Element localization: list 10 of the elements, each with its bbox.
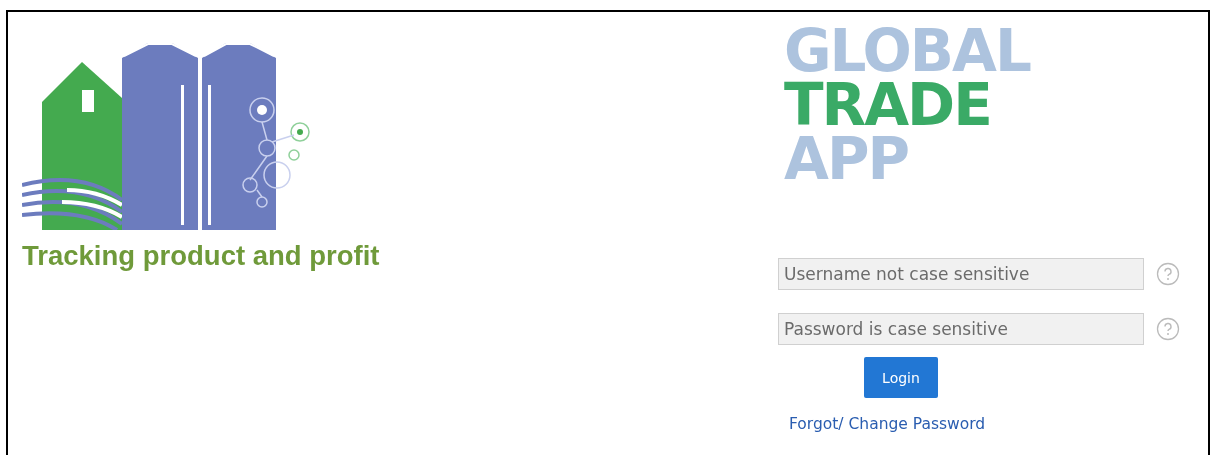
forgot-password-link[interactable]: Forgot/ Change Password xyxy=(789,415,986,433)
help-icon[interactable] xyxy=(1156,317,1180,341)
app-title-line: APP xyxy=(784,132,909,186)
password-field[interactable]: Password is case sensitive xyxy=(778,313,1144,345)
app-title-line: TRADE xyxy=(784,78,991,132)
help-icon[interactable] xyxy=(1156,262,1180,286)
username-field[interactable]: Username not case sensitive xyxy=(778,258,1144,290)
login-button[interactable]: Login xyxy=(864,357,938,398)
app-title-line: GLOBAL xyxy=(784,24,1032,78)
tagline: Tracking product and profit xyxy=(22,240,381,272)
